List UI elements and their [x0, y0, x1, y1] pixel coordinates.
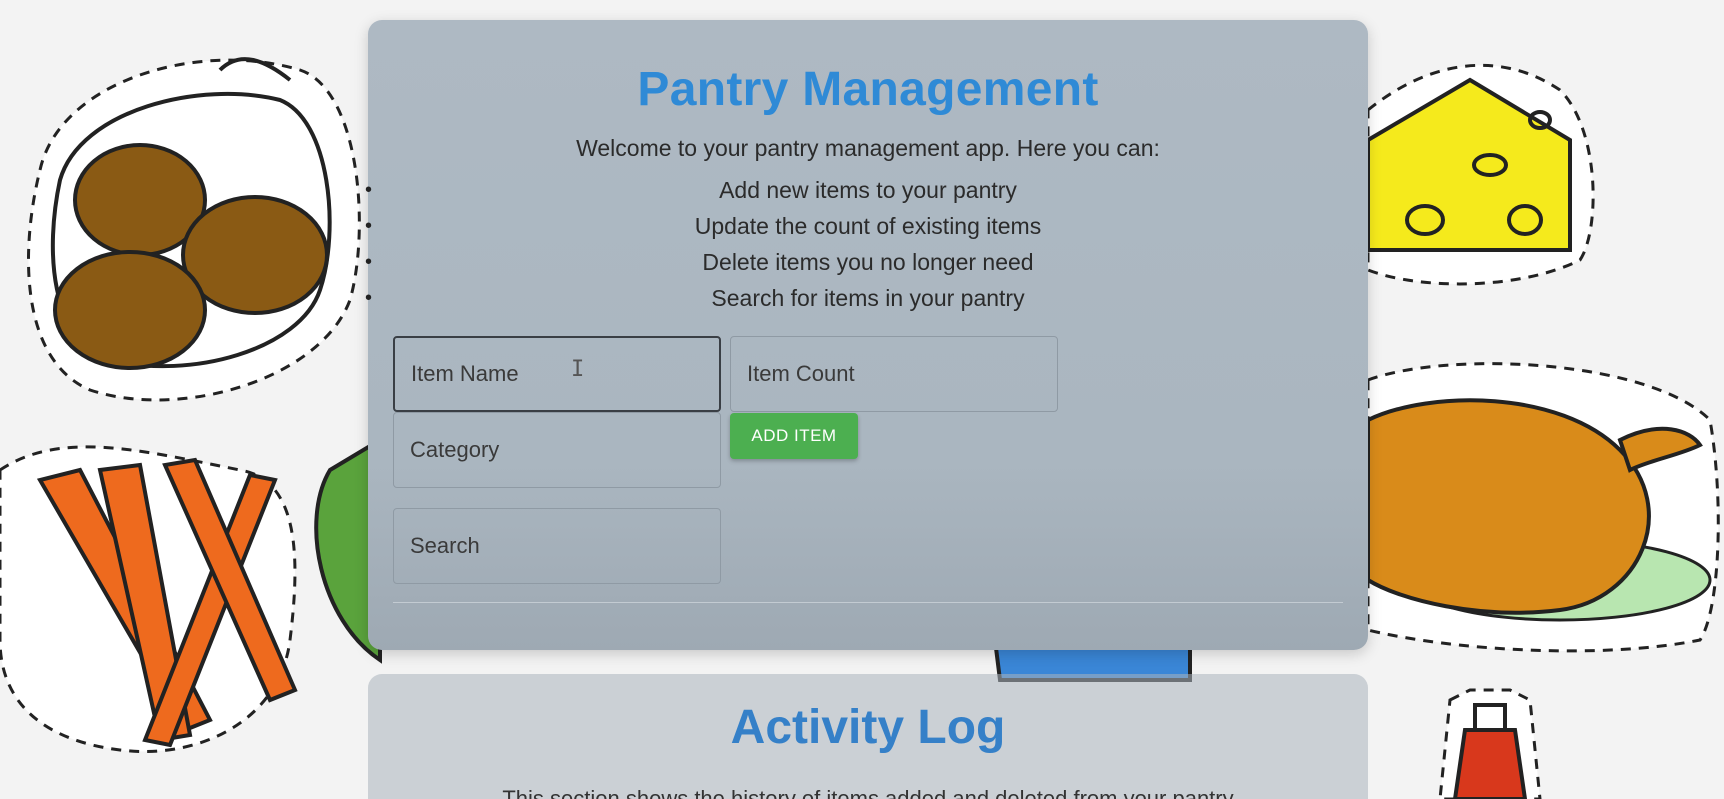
features-list: • Add new items to your pantry • Update th…: [365, 172, 1368, 316]
pantry-management-card: Pantry Management Welcome to your pantry…: [365, 20, 1368, 650]
feature-item: • Update the count of existing items: [365, 208, 1368, 244]
feature-item: • Add new items to your pantry: [365, 172, 1368, 208]
cheese-illustration: [1366, 63, 1595, 286]
item-count-field[interactable]: [730, 336, 1058, 412]
pantry-app-page: Pantry Management Welcome to your pantry…: [0, 0, 1724, 799]
item-name-input[interactable]: [411, 361, 719, 387]
roast-chicken-illustration: [1366, 362, 1720, 653]
bullet-icon: •: [365, 251, 373, 273]
category-input[interactable]: [410, 437, 720, 463]
category-field[interactable]: [393, 412, 721, 488]
potatoes-illustration: [26, 57, 361, 402]
activity-log-title: Activity Log: [730, 701, 1006, 754]
bullet-icon: •: [365, 215, 373, 237]
search-input[interactable]: [410, 533, 720, 559]
page-title: Pantry Management: [637, 63, 1099, 116]
section-divider: [393, 602, 1343, 603]
text-cursor-icon: I: [571, 357, 585, 382]
bullet-icon: •: [365, 179, 373, 201]
item-count-input[interactable]: [747, 361, 1057, 387]
feature-item: • Search for items in your pantry: [365, 280, 1368, 316]
intro-text: Welcome to your pantry management app. H…: [576, 135, 1160, 161]
bullet-icon: •: [365, 287, 373, 309]
search-field[interactable]: [393, 508, 721, 584]
sauce-bottle-illustration: [1438, 688, 1542, 799]
carrots-illustration: [0, 445, 298, 753]
item-name-field[interactable]: I: [393, 336, 721, 412]
add-item-button[interactable]: ADD ITEM: [730, 413, 858, 459]
activity-log-card: Activity Log This section shows the hist…: [368, 674, 1368, 799]
feature-item: • Delete items you no longer need: [365, 244, 1368, 280]
activity-log-description: This section shows the history of items …: [502, 786, 1234, 799]
